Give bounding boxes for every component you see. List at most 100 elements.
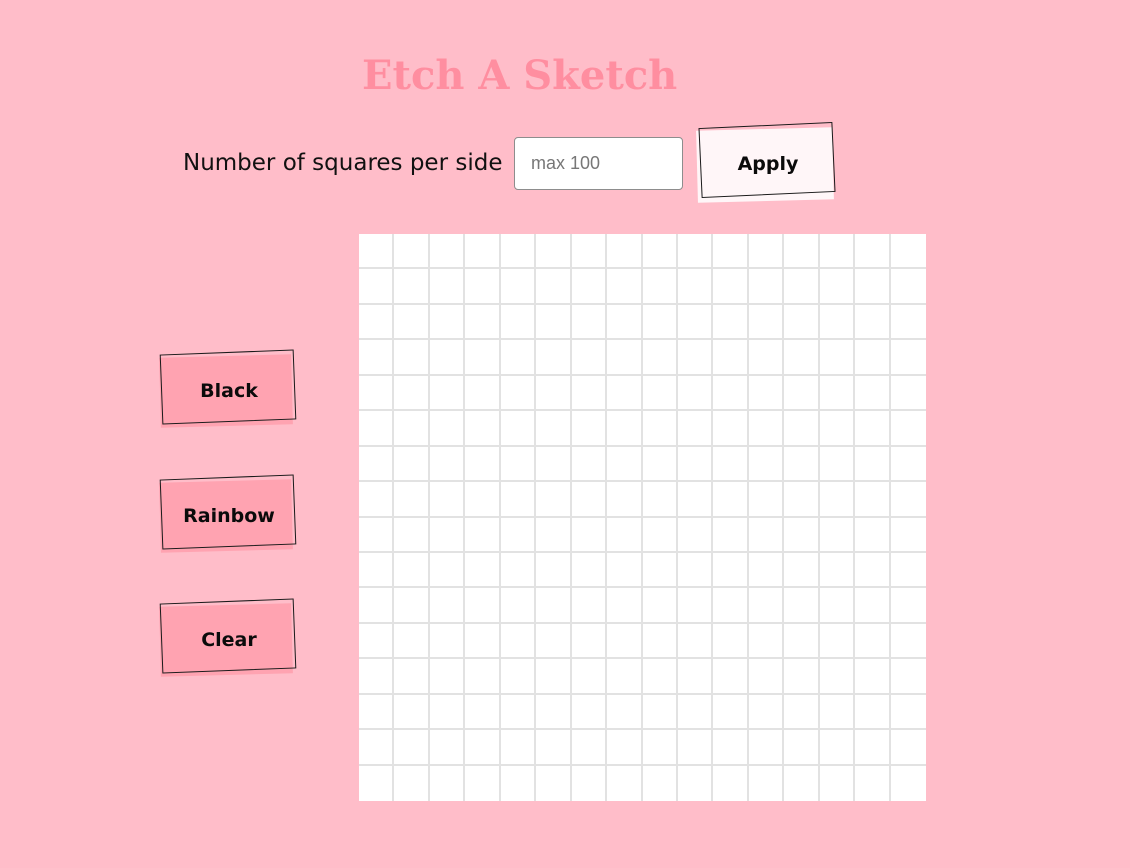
grid-cell[interactable] (500, 517, 537, 553)
grid-cell[interactable] (607, 482, 643, 518)
grid-cell[interactable] (359, 730, 395, 766)
grid-cell[interactable] (536, 375, 572, 412)
rainbow-mode-button[interactable]: Rainbow (159, 474, 298, 553)
grid-cell[interactable] (713, 588, 749, 624)
grid-cell[interactable] (536, 340, 572, 376)
grid-cell[interactable] (819, 517, 856, 553)
grid-cell[interactable] (571, 694, 608, 731)
grid-cell[interactable] (890, 623, 926, 660)
grid-cell[interactable] (500, 730, 537, 766)
grid-cell[interactable] (465, 304, 501, 341)
grid-cell[interactable] (784, 375, 820, 412)
grid-cell[interactable] (677, 234, 714, 270)
grid-cell[interactable] (429, 446, 466, 483)
grid-cell[interactable] (642, 304, 678, 341)
grid-cell[interactable] (748, 588, 785, 624)
grid-cell[interactable] (536, 659, 572, 695)
grid-cell[interactable] (359, 659, 395, 695)
grid-cell[interactable] (536, 482, 572, 518)
grid-cell[interactable] (890, 304, 926, 341)
grid-cell[interactable] (359, 340, 395, 376)
grid-cell[interactable] (677, 375, 714, 412)
grid-cell[interactable] (500, 234, 537, 270)
grid-cell[interactable] (819, 411, 856, 447)
grid-cell[interactable] (359, 623, 395, 660)
grid-cell[interactable] (713, 269, 749, 305)
grid-cell[interactable] (855, 340, 891, 376)
grid-cell[interactable] (571, 411, 608, 447)
grid-cell[interactable] (607, 623, 643, 660)
grid-cell[interactable] (677, 694, 714, 731)
grid-cell[interactable] (713, 234, 749, 270)
grid-cell[interactable] (429, 552, 466, 589)
grid-cell[interactable] (394, 588, 430, 624)
grid-cell[interactable] (607, 411, 643, 447)
grid-cell[interactable] (642, 446, 678, 483)
grid-cell[interactable] (465, 588, 501, 624)
grid-cell[interactable] (465, 659, 501, 695)
grid-cell[interactable] (465, 623, 501, 660)
grid-cell[interactable] (536, 588, 572, 624)
grid-cell[interactable] (607, 552, 643, 589)
grid-cell[interactable] (890, 269, 926, 305)
grid-cell[interactable] (571, 623, 608, 660)
grid-cell[interactable] (607, 269, 643, 305)
grid-cell[interactable] (571, 552, 608, 589)
grid-cell[interactable] (429, 730, 466, 766)
grid-cell[interactable] (607, 730, 643, 766)
grid-cell[interactable] (642, 730, 678, 766)
grid-cell[interactable] (465, 446, 501, 483)
grid-cell[interactable] (855, 694, 891, 731)
grid-cell[interactable] (855, 304, 891, 341)
grid-cell[interactable] (784, 340, 820, 376)
grid-cell[interactable] (713, 517, 749, 553)
grid-cell[interactable] (359, 411, 395, 447)
grid-cell[interactable] (571, 765, 608, 801)
grid-cell[interactable] (784, 234, 820, 270)
grid-cell[interactable] (819, 694, 856, 731)
grid-cell[interactable] (607, 588, 643, 624)
grid-cell[interactable] (429, 517, 466, 553)
grid-cell[interactable] (855, 269, 891, 305)
grid-cell[interactable] (784, 304, 820, 341)
grid-cell[interactable] (642, 375, 678, 412)
grid-cell[interactable] (429, 588, 466, 624)
grid-cell[interactable] (571, 588, 608, 624)
grid-cell[interactable] (713, 304, 749, 341)
grid-cell[interactable] (465, 234, 501, 270)
grid-cell[interactable] (713, 659, 749, 695)
grid-cell[interactable] (642, 340, 678, 376)
grid-cell[interactable] (677, 623, 714, 660)
grid-cell[interactable] (855, 482, 891, 518)
grid-cell[interactable] (536, 552, 572, 589)
grid-cell[interactable] (571, 375, 608, 412)
grid-cell[interactable] (890, 588, 926, 624)
grid-cell[interactable] (819, 304, 856, 341)
grid-cell[interactable] (571, 730, 608, 766)
grid-cell[interactable] (819, 340, 856, 376)
grid-cell[interactable] (536, 446, 572, 483)
grid-cell[interactable] (642, 269, 678, 305)
grid-cell[interactable] (819, 234, 856, 270)
grid-cell[interactable] (819, 552, 856, 589)
grid-cell[interactable] (500, 269, 537, 305)
grid-cell[interactable] (890, 659, 926, 695)
grid-cell[interactable] (748, 375, 785, 412)
grid-cell[interactable] (536, 623, 572, 660)
grid-cell[interactable] (890, 517, 926, 553)
grid-cell[interactable] (784, 623, 820, 660)
grid-cell[interactable] (607, 694, 643, 731)
grid-cell[interactable] (571, 446, 608, 483)
grid-cell[interactable] (677, 659, 714, 695)
grid-cell[interactable] (819, 588, 856, 624)
grid-cell[interactable] (855, 234, 891, 270)
apply-button[interactable]: Apply (696, 121, 837, 203)
grid-cell[interactable] (748, 482, 785, 518)
grid-cell[interactable] (784, 446, 820, 483)
grid-cell[interactable] (819, 482, 856, 518)
grid-cell[interactable] (394, 552, 430, 589)
grid-cell[interactable] (465, 694, 501, 731)
grid-cell[interactable] (642, 765, 678, 801)
grid-cell[interactable] (784, 765, 820, 801)
grid-cell[interactable] (536, 765, 572, 801)
